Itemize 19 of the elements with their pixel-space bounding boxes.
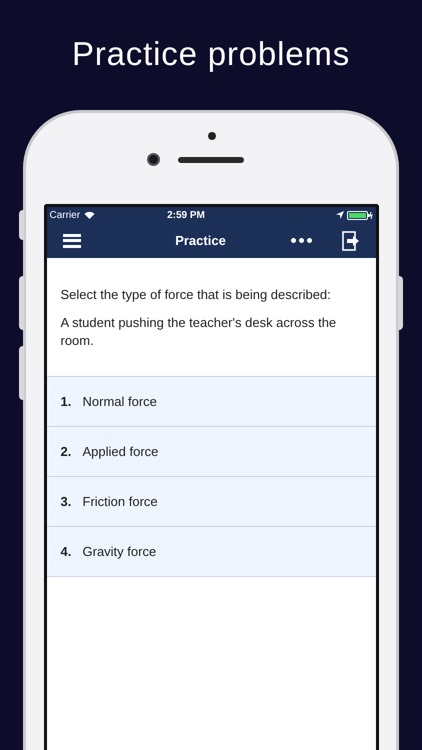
wifi-icon [84,211,96,219]
headline: Practice problems [72,34,350,74]
carrier-label: Carrier [50,208,80,222]
answer-option[interactable]: 1. Normal force [46,377,376,427]
status-time: 2:59 PM [167,208,205,222]
speaker-icon [178,157,244,163]
menu-icon[interactable] [62,234,80,248]
camera-icon [147,153,160,166]
camera-icon [208,132,216,140]
nav-title: Practice [174,232,227,250]
answer-option[interactable]: 4. Gravity force [46,527,376,577]
question-text: A student pushing the teacher's desk across the room. [60,314,338,350]
answer-option[interactable]: 3. Friction force [46,477,376,527]
exit-icon[interactable] [342,230,360,250]
more-icon[interactable] [290,238,312,243]
battery-icon [346,210,372,220]
answer-option[interactable]: 2. Applied force [46,427,376,477]
question-prompt: Select the type of force that is being described: [60,286,332,304]
location-icon [336,211,344,219]
